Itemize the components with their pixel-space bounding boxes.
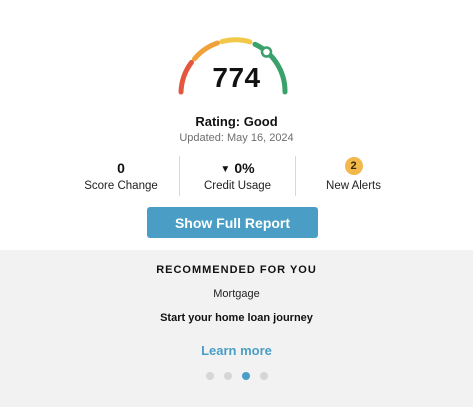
stat-label: New Alerts [326,180,381,192]
credit-score-card: 774 Rating: Good Updated: May 16, 2024 0… [0,0,473,250]
learn-more-link[interactable]: Learn more [0,343,473,358]
score-stats: 0 Score Change ▼ 0% Credit Usage 2 New Al… [63,156,413,196]
recommended-category: Mortgage [213,288,260,300]
stat-credit-usage: ▼ 0% Credit Usage [179,156,295,196]
carousel-dot-2[interactable] [223,372,232,380]
credit-score-value: 774 [212,62,261,93]
alerts-count-badge: 2 [344,157,363,175]
down-arrow-icon: ▼ [220,164,231,175]
recommended-heading: RECOMMENDED FOR YOU [156,264,317,276]
carousel-dot-4[interactable] [259,372,268,380]
stat-value: 0 [117,160,125,176]
stat-label: Score Change [84,180,158,192]
recommended-description: Start your home loan journey [160,312,313,324]
carousel-dot-3[interactable] [241,372,250,380]
gauge-segment-yellow [219,37,253,45]
score-rating: Rating: Good [195,114,278,129]
stat-value-wrapper: ▼ 0% [180,160,295,176]
stat-score-change: 0 Score Change [63,156,179,196]
stat-value: 0% [234,160,255,176]
carousel-dot-1[interactable] [205,372,214,380]
updated-date: Updated: May 16, 2024 [179,132,294,144]
show-full-report-button[interactable]: Show Full Report [147,207,318,238]
gauge-segment-orange [192,40,220,62]
gauge-marker [260,46,273,58]
stat-new-alerts[interactable]: 2 New Alerts [295,156,411,196]
carousel-dots [0,372,473,380]
recommended-section: RECOMMENDED FOR YOU Mortgage Start your … [0,250,473,407]
stat-label: Credit Usage [203,180,272,192]
